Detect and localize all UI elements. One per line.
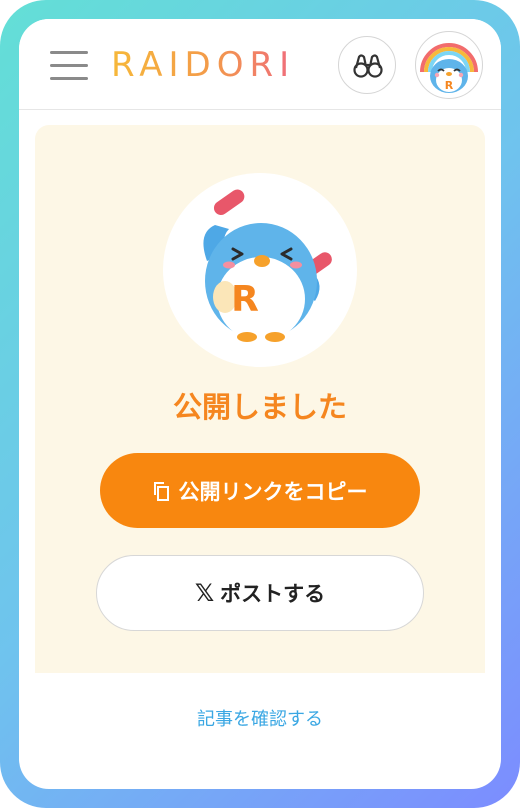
binoculars-icon xyxy=(353,54,383,78)
cheering-penguin-mascot: R xyxy=(203,189,332,342)
mascot-frame: R xyxy=(163,173,357,367)
mascot-badge-letter: R xyxy=(231,279,259,320)
post-to-x-button[interactable]: 𝕏 ポストする xyxy=(96,555,424,631)
svg-text:R: R xyxy=(445,79,454,92)
published-card: R 公開しました 公開リンクをコピー 𝕏 ポストする xyxy=(35,125,485,673)
status-title: 公開しました xyxy=(172,390,347,424)
x-logo-icon: 𝕏 xyxy=(194,579,215,607)
app-header: RAIDORI R xyxy=(19,19,501,110)
app-screen: RAIDORI R R 公開しました 公開リンクをコピー 𝕏 ポストする 記事を… xyxy=(19,19,501,789)
check-article-link[interactable]: 記事を確認する xyxy=(19,707,501,733)
copy-icon xyxy=(153,481,169,501)
penguin-avatar-icon: R xyxy=(420,43,478,93)
post-label: ポストする xyxy=(220,582,326,606)
device-frame: RAIDORI R R 公開しました 公開リンクをコピー 𝕏 ポストする 記事を… xyxy=(0,0,520,808)
search-button[interactable] xyxy=(338,36,396,94)
copy-link-label: 公開リンクをコピー xyxy=(178,479,368,504)
user-avatar[interactable]: R xyxy=(415,31,483,99)
hamburger-menu-icon[interactable] xyxy=(50,49,90,81)
copy-link-button[interactable]: 公開リンクをコピー xyxy=(100,453,420,528)
raidori-logo[interactable]: RAIDORI xyxy=(111,45,295,85)
